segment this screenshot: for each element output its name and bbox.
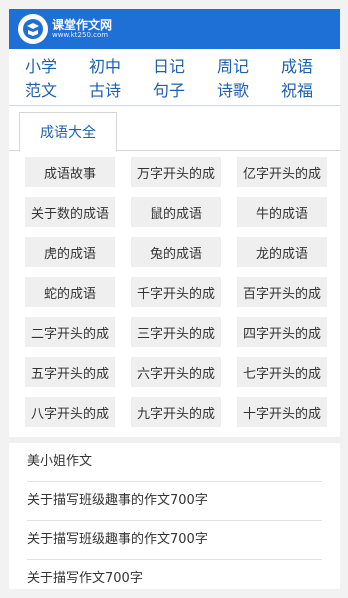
logo-icon[interactable] [18, 14, 48, 44]
logo[interactable]: 课堂作文网 www.kt250.com [52, 19, 112, 39]
article-link[interactable]: 关于描写班级趣事的作文700字 [27, 482, 322, 521]
nav-item-idiom[interactable]: 成语 [265, 55, 329, 79]
nav-divider [9, 105, 340, 106]
article-link[interactable]: 关于描写作文700字 [27, 560, 322, 589]
idiom-link[interactable]: 蛇的成语 [25, 277, 115, 307]
idiom-link[interactable]: 亿字开头的成 [237, 157, 327, 187]
idiom-link[interactable]: 七字开头的成 [237, 357, 327, 387]
nav-item-blessing[interactable]: 祝福 [265, 79, 329, 103]
idiom-link[interactable]: 千字开头的成 [131, 277, 221, 307]
idiom-link[interactable]: 五字开头的成 [25, 357, 115, 387]
idiom-link[interactable]: 鼠的成语 [131, 197, 221, 227]
idiom-link[interactable]: 关于数的成语 [25, 197, 115, 227]
tab-idiom-collection[interactable]: 成语大全 [19, 112, 117, 152]
idiom-link[interactable]: 兔的成语 [131, 237, 221, 267]
nav-item-primary[interactable]: 小学 [9, 55, 73, 79]
site-header: 课堂作文网 www.kt250.com [9, 9, 340, 49]
article-link[interactable]: 关于描写班级趣事的作文700字 [27, 521, 322, 560]
nav-item-ancient-poem[interactable]: 古诗 [73, 79, 137, 103]
nav-item-weekly[interactable]: 周记 [201, 55, 265, 79]
idiom-link[interactable]: 成语故事 [25, 157, 115, 187]
nav-item-diary[interactable]: 日记 [137, 55, 201, 79]
page: 课堂作文网 www.kt250.com 小学 初中 日记 周记 成语 范文 古诗… [9, 9, 340, 589]
article-link[interactable]: 美小姐作文 [27, 443, 322, 482]
nav-row: 范文 古诗 句子 诗歌 祝福 [9, 79, 340, 103]
nav-item-junior[interactable]: 初中 [73, 55, 137, 79]
idiom-link[interactable]: 八字开头的成 [25, 397, 115, 427]
nav-item-poetry[interactable]: 诗歌 [201, 79, 265, 103]
idiom-link[interactable]: 万字开头的成 [131, 157, 221, 187]
tab-bar: 成语大全 [9, 108, 340, 152]
nav-row: 小学 初中 日记 周记 成语 [9, 55, 340, 79]
idiom-link[interactable]: 九字开头的成 [131, 397, 221, 427]
idiom-link[interactable]: 虎的成语 [25, 237, 115, 267]
idiom-link[interactable]: 三字开头的成 [131, 317, 221, 347]
idiom-link[interactable]: 二字开头的成 [25, 317, 115, 347]
logo-name: 课堂作文网 [52, 18, 113, 33]
category-nav: 小学 初中 日记 周记 成语 范文 古诗 句子 诗歌 祝福 [9, 49, 340, 108]
idiom-link[interactable]: 六字开头的成 [131, 357, 221, 387]
idiom-link[interactable]: 牛的成语 [237, 197, 327, 227]
article-list: 美小姐作文 关于描写班级趣事的作文700字 关于描写班级趣事的作文700字 关于… [9, 443, 340, 589]
idiom-link[interactable]: 四字开头的成 [237, 317, 327, 347]
idiom-grid: 成语故事 万字开头的成 亿字开头的成 关于数的成语 鼠的成语 牛的成语 虎的成语… [9, 151, 340, 443]
nav-item-model-essay[interactable]: 范文 [9, 79, 73, 103]
idiom-link[interactable]: 百字开头的成 [237, 277, 327, 307]
logo-url: www.kt250.com [52, 30, 109, 39]
idiom-link[interactable]: 十字开头的成 [237, 397, 327, 427]
nav-item-sentence[interactable]: 句子 [137, 79, 201, 103]
idiom-link[interactable]: 龙的成语 [237, 237, 327, 267]
